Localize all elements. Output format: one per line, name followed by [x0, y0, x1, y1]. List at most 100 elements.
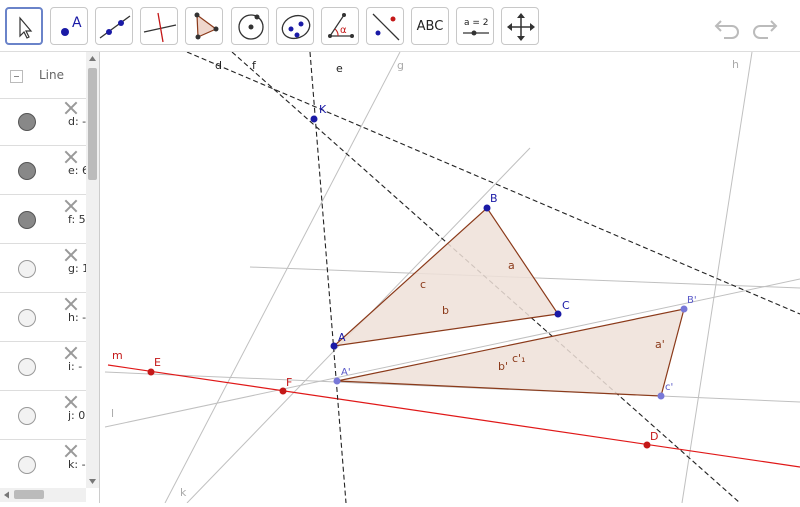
- point-tool-button[interactable]: A: [50, 7, 88, 45]
- label-point-a-prime: A': [341, 367, 351, 378]
- algebra-row-k[interactable]: k: -: [0, 441, 86, 489]
- algebra-horizontal-scrollbar[interactable]: [0, 488, 86, 502]
- label-k: k: [180, 486, 187, 499]
- algebra-title: Line: [39, 68, 65, 82]
- line-h[interactable]: [681, 51, 753, 504]
- algebra-row-label: h: -: [68, 311, 86, 324]
- label-d: d: [215, 59, 222, 72]
- label-segment-a: a: [508, 259, 515, 272]
- conic-tool-button[interactable]: [276, 7, 314, 45]
- delete-icon[interactable]: [64, 150, 78, 164]
- delete-icon[interactable]: [64, 297, 78, 311]
- slider-icon: a = 2: [463, 18, 489, 36]
- scrollbar-thumb[interactable]: [88, 68, 97, 180]
- algebra-row-f[interactable]: f: 5: [0, 196, 86, 244]
- visibility-toggle[interactable]: [18, 309, 36, 327]
- circle-tool-button[interactable]: [231, 7, 269, 45]
- point-c-prime[interactable]: [657, 392, 665, 400]
- visibility-toggle[interactable]: [18, 162, 36, 180]
- visibility-toggle[interactable]: [18, 407, 36, 425]
- redo-icon: [753, 20, 778, 39]
- point-tool-label: A: [72, 15, 82, 31]
- polygon-tool-button[interactable]: [185, 7, 223, 45]
- text-tool-label: ABC: [416, 18, 444, 34]
- label-l: l: [111, 407, 114, 420]
- text-tool-button[interactable]: ABC: [411, 7, 449, 45]
- triangle-abc[interactable]: [332, 207, 560, 347]
- point-e[interactable]: [147, 368, 155, 376]
- line-icon: [99, 15, 131, 39]
- reflect-about-line-icon: [372, 13, 400, 41]
- algebra-row-label: g: 1: [68, 262, 86, 275]
- delete-icon[interactable]: [64, 444, 78, 458]
- angle-tool-button[interactable]: α: [321, 7, 359, 45]
- label-g: g: [397, 59, 404, 72]
- undo-icon: [714, 20, 739, 39]
- line-tool-button[interactable]: [95, 7, 133, 45]
- line-g[interactable]: [164, 51, 401, 504]
- move-graphics-view-tool-button[interactable]: [501, 7, 539, 45]
- perpendicular-line-icon: [143, 12, 177, 43]
- graphics-view[interactable]: d f e g h k l m a b c a' b' c'₁ K B C A …: [100, 51, 800, 504]
- label-point-f: F: [286, 376, 292, 389]
- point-k[interactable]: [310, 115, 318, 123]
- label-point-e: E: [154, 356, 161, 369]
- slider-tool-label: a = 2: [464, 18, 489, 28]
- point-a[interactable]: [330, 342, 338, 350]
- algebra-row-label: d: -: [68, 115, 86, 128]
- label-point-a: A: [338, 331, 346, 344]
- perpendicular-line-tool-button[interactable]: [140, 7, 178, 45]
- visibility-toggle[interactable]: [18, 211, 36, 229]
- delete-icon[interactable]: [64, 199, 78, 213]
- algebra-row-h[interactable]: h: -: [0, 294, 86, 342]
- algebra-row-e[interactable]: e: 6: [0, 147, 86, 195]
- label-point-c: C: [562, 299, 570, 312]
- algebra-vertical-scrollbar[interactable]: [86, 52, 99, 488]
- angle-tool-label: α: [340, 25, 347, 36]
- circle-center-point-icon: [238, 14, 264, 40]
- label-segment-b-prime: b': [498, 360, 508, 373]
- visibility-toggle[interactable]: [18, 358, 36, 376]
- geometry-canvas[interactable]: d f e g h k l m a b c a' b' c'₁ K B C A …: [100, 51, 800, 504]
- label-point-c-prime: c': [665, 382, 673, 393]
- point-c[interactable]: [554, 310, 562, 318]
- algebra-row-g[interactable]: g: 1: [0, 245, 86, 293]
- redo-button[interactable]: [750, 12, 780, 40]
- label-m: m: [112, 349, 123, 362]
- ellipse-icon: [281, 14, 311, 40]
- delete-icon[interactable]: [64, 248, 78, 262]
- label-segment-b: b: [442, 304, 449, 317]
- point-b[interactable]: [483, 204, 491, 212]
- label-point-k: K: [319, 103, 327, 116]
- visibility-toggle[interactable]: [18, 260, 36, 278]
- angle-icon: α: [328, 13, 354, 38]
- label-f: f: [252, 59, 257, 72]
- delete-icon[interactable]: [64, 101, 78, 115]
- point-b-prime[interactable]: [680, 305, 688, 313]
- algebra-row-d[interactable]: d: -: [0, 98, 86, 146]
- collapse-button[interactable]: [10, 70, 23, 83]
- undo-button[interactable]: [712, 12, 742, 40]
- cursor-arrow-icon: [19, 16, 33, 39]
- label-segment-c: c: [420, 278, 426, 291]
- algebra-row-label: j: 0: [68, 409, 86, 422]
- toolbar: A α ABC a = 2: [0, 0, 800, 52]
- visibility-toggle[interactable]: [18, 456, 36, 474]
- label-segment-c-prime: c'₁: [512, 352, 525, 365]
- visibility-toggle[interactable]: [18, 113, 36, 131]
- move-tool-button[interactable]: [5, 7, 43, 45]
- delete-icon[interactable]: [64, 346, 78, 360]
- algebra-row-label: f: 5: [68, 213, 86, 226]
- algebra-row-j[interactable]: j: 0: [0, 392, 86, 440]
- point-a-prime[interactable]: [333, 377, 341, 385]
- point-icon: A: [61, 15, 82, 36]
- scrollbar-thumb[interactable]: [14, 490, 44, 499]
- algebra-row-label: k: -: [68, 458, 86, 471]
- label-point-b-prime: B': [687, 295, 697, 306]
- move-arrows-icon: [507, 13, 535, 41]
- label-e: e: [336, 62, 343, 75]
- slider-tool-button[interactable]: a = 2: [456, 7, 494, 45]
- reflect-tool-button[interactable]: [366, 7, 404, 45]
- algebra-row-i[interactable]: i: -: [0, 343, 86, 391]
- delete-icon[interactable]: [64, 395, 78, 409]
